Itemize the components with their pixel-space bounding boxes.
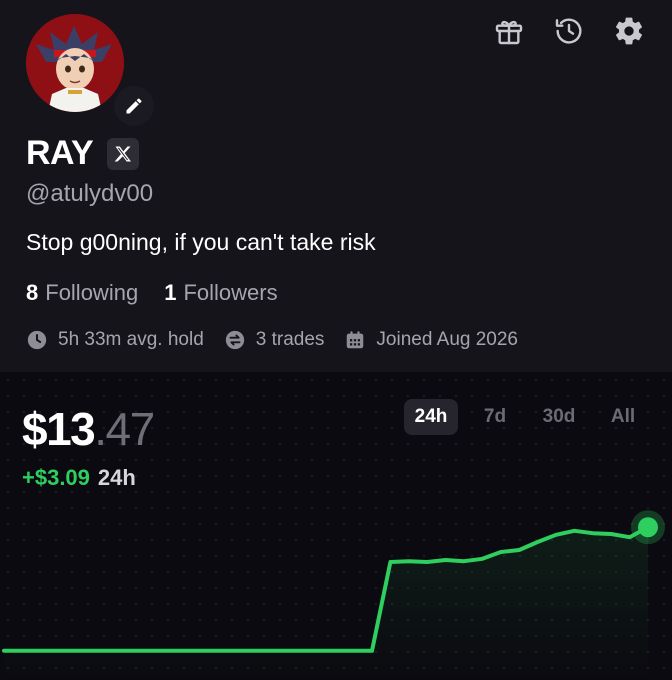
time-range-selector: 24h 7d 30d All bbox=[404, 399, 650, 435]
trades-stat: 3 trades bbox=[224, 329, 325, 351]
chart-area-fill bbox=[4, 527, 648, 680]
following-link[interactable]: 8 Following bbox=[26, 280, 138, 306]
name-row: RAY bbox=[26, 134, 140, 173]
avg-hold-text: 5h 33m avg. hold bbox=[58, 329, 204, 350]
joined-text: Joined Aug 2026 bbox=[376, 329, 518, 350]
profile-name: RAY bbox=[26, 134, 94, 172]
calendar-icon bbox=[344, 329, 366, 351]
settings-button[interactable] bbox=[612, 14, 646, 48]
header-actions bbox=[492, 14, 646, 48]
trading-stats: 5h 33m avg. hold 3 trades Joined Aug 202… bbox=[26, 329, 518, 351]
portfolio-value-cents: .47 bbox=[94, 403, 155, 455]
pencil-icon bbox=[126, 98, 142, 114]
portfolio-section: $13.47 +$3.09 24h 24h 7d 30d All bbox=[0, 372, 672, 680]
following-count: 8 bbox=[26, 280, 39, 305]
change-period: 24h bbox=[97, 465, 136, 490]
gift-icon bbox=[495, 20, 523, 45]
profile-bio: Stop g00ning, if you can't take risk bbox=[26, 229, 376, 255]
x-link-button[interactable] bbox=[107, 137, 140, 170]
history-icon bbox=[555, 18, 582, 44]
change-amount: +$3.09 bbox=[22, 465, 90, 490]
rewards-button[interactable] bbox=[492, 14, 526, 48]
clock-icon bbox=[26, 329, 48, 351]
profile-section: RAY @atulydv00 Stop g00ning, if you can'… bbox=[0, 0, 672, 372]
followers-link[interactable]: 1 Followers bbox=[164, 280, 277, 306]
range-all-button[interactable]: All bbox=[596, 399, 650, 435]
gear-icon bbox=[616, 17, 642, 45]
x-logo-icon bbox=[114, 146, 132, 161]
portfolio-value-main: $13 bbox=[22, 403, 96, 455]
avg-hold-stat: 5h 33m avg. hold bbox=[26, 329, 204, 351]
joined-stat: Joined Aug 2026 bbox=[344, 329, 518, 351]
followers-count: 1 bbox=[164, 280, 177, 305]
edit-avatar-button[interactable] bbox=[114, 86, 154, 126]
history-button[interactable] bbox=[552, 14, 586, 48]
profile-handle: @atulydv00 bbox=[26, 180, 154, 207]
avatar[interactable] bbox=[26, 14, 124, 112]
range-24h-button[interactable]: 24h bbox=[404, 399, 458, 435]
trades-text: 3 trades bbox=[255, 329, 325, 350]
portfolio-change: +$3.09 24h bbox=[22, 465, 136, 491]
followers-label: Followers bbox=[183, 280, 278, 305]
range-7d-button[interactable]: 7d bbox=[468, 399, 522, 435]
avatar-image bbox=[26, 14, 124, 112]
avatar-container bbox=[26, 14, 154, 126]
portfolio-value: $13.47 bbox=[22, 402, 155, 456]
range-30d-button[interactable]: 30d bbox=[532, 399, 586, 435]
follow-stats: 8 Following 1 Followers bbox=[26, 280, 278, 306]
swap-icon bbox=[224, 329, 246, 351]
chart-endpoint-marker bbox=[638, 517, 658, 538]
following-label: Following bbox=[45, 280, 139, 305]
